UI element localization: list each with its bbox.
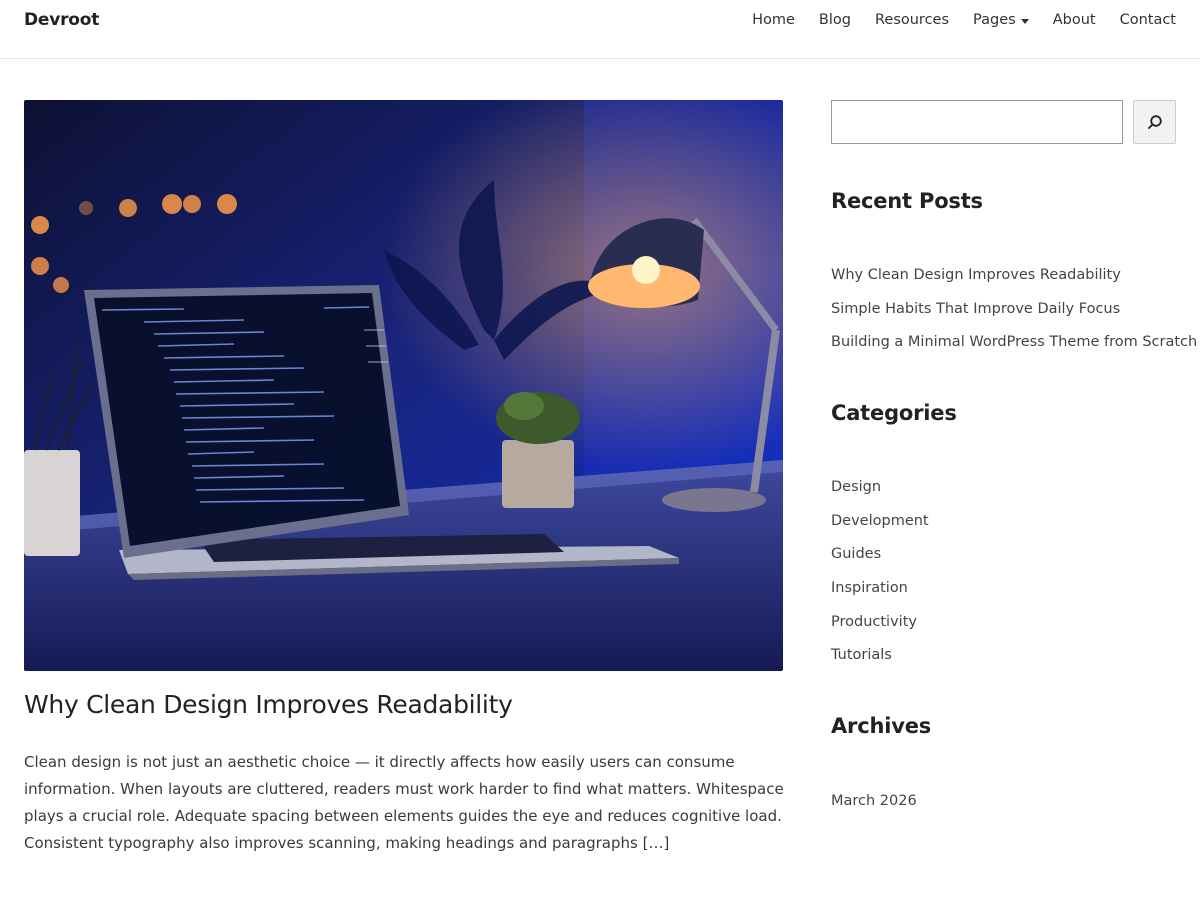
recent-post-link[interactable]: Why Clean Design Improves Readability [831, 267, 1121, 283]
archive-link[interactable]: March 2026 [831, 793, 917, 809]
list-item: Inspiration [831, 577, 929, 611]
search-input[interactable] [831, 100, 1123, 144]
site-title[interactable]: Devroot [24, 10, 99, 30]
nav-item-pages-label: Pages [973, 12, 1016, 28]
recent-posts-title: Recent Posts [831, 189, 983, 213]
category-link-guides[interactable]: Guides [831, 546, 881, 562]
laptop-desk-photo-icon [24, 100, 783, 671]
recent-post-link[interactable]: Simple Habits That Improve Daily Focus [831, 301, 1120, 317]
list-item: Why Clean Design Improves Readability [831, 264, 1197, 298]
main-nav: Home Blog Resources Pages About Contact [728, 12, 1176, 28]
archives-title: Archives [831, 714, 932, 738]
list-item: March 2026 [831, 790, 917, 824]
list-item: Design [831, 476, 929, 510]
list-item: Development [831, 510, 929, 544]
nav-item-about[interactable]: About [1053, 12, 1096, 28]
post-title: Why Clean Design Improves Readability [24, 688, 784, 722]
nav-item-pages[interactable]: Pages [973, 12, 1029, 28]
recent-posts-list: Why Clean Design Improves Readability Si… [831, 264, 1197, 365]
list-item: Guides [831, 543, 929, 577]
nav-item-resources[interactable]: Resources [875, 12, 949, 28]
nav-item-contact[interactable]: Contact [1120, 12, 1176, 28]
site-header: Devroot Home Blog Resources Pages About … [0, 0, 1200, 59]
list-item: Simple Habits That Improve Daily Focus [831, 298, 1197, 332]
list-item: Productivity [831, 611, 929, 645]
post-excerpt: Clean design is not just an aesthetic ch… [24, 753, 784, 852]
search-icon [1147, 115, 1162, 129]
category-link-inspiration[interactable]: Inspiration [831, 580, 908, 596]
categories-title: Categories [831, 401, 957, 425]
category-link-productivity[interactable]: Productivity [831, 614, 917, 630]
categories-list: Design Development Guides Inspiration Pr… [831, 476, 929, 678]
featured-image[interactable] [24, 100, 783, 671]
search-button[interactable] [1133, 100, 1176, 144]
caret-down-icon [1020, 18, 1029, 24]
category-link-tutorials[interactable]: Tutorials [831, 647, 892, 663]
list-item: Building a Minimal WordPress Theme from … [831, 331, 1197, 365]
post-title-link[interactable]: Why Clean Design Improves Readability [24, 690, 513, 719]
category-link-development[interactable]: Development [831, 513, 929, 529]
nav-item-home[interactable]: Home [752, 12, 795, 28]
category-link-design[interactable]: Design [831, 479, 881, 495]
nav-item-blog[interactable]: Blog [819, 12, 851, 28]
archives-list: March 2026 [831, 790, 917, 824]
recent-post-link[interactable]: Building a Minimal WordPress Theme from … [831, 334, 1197, 350]
list-item: Tutorials [831, 644, 929, 678]
